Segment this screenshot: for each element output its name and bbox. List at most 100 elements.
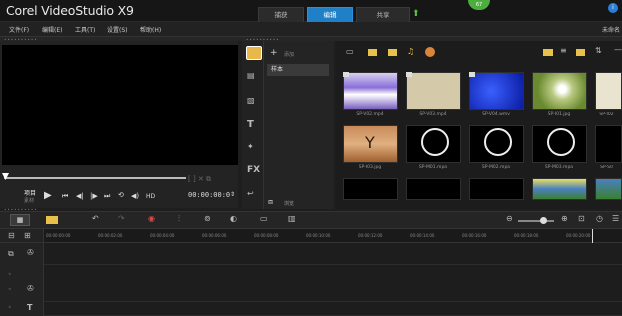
timecode-stepper[interactable]: ⇕ — [230, 191, 235, 198]
project-mode[interactable]: 项目 — [24, 188, 36, 197]
media-thumb-audio[interactable] — [406, 178, 461, 200]
media-thumb-audio[interactable] — [343, 178, 398, 200]
zoom-slider[interactable] — [518, 220, 554, 222]
filter-video-icon[interactable] — [368, 49, 377, 56]
record-capture-icon[interactable]: ◉ — [148, 215, 155, 223]
duration-clock-icon[interactable]: ◷ — [596, 215, 603, 223]
redo-icon[interactable]: ↷ — [118, 215, 125, 223]
graphic-icon[interactable]: ✦ — [247, 143, 254, 151]
play-icon[interactable]: ▶ — [44, 190, 52, 201]
path-icon[interactable]: ↩ — [247, 190, 254, 198]
more-icon[interactable]: — — [614, 46, 622, 54]
subtitle-editor-icon[interactable]: ◐ — [230, 215, 237, 223]
media-thumb-image[interactable] — [532, 178, 587, 200]
title-track-icon[interactable]: T — [27, 304, 32, 312]
track-toggle-icon[interactable]: ◦ — [8, 287, 12, 293]
filter-fx-icon[interactable]: FX — [247, 166, 260, 175]
media-thumb-sp-s0[interactable] — [595, 125, 622, 163]
add-folder-label[interactable]: 添加 — [284, 51, 294, 58]
zoom-out-icon[interactable]: ⊖ — [506, 215, 513, 223]
ruler-tick-label: 00:00:16:00 — [462, 233, 487, 238]
sort-icon[interactable]: ⇅ — [595, 47, 602, 55]
storyboard-view-icon[interactable]: ▦ — [10, 214, 30, 226]
media-thumb-sp-v03[interactable] — [406, 72, 461, 110]
track-toggle-icon[interactable]: ◦ — [8, 272, 12, 278]
title-track[interactable] — [0, 302, 622, 316]
media-icon[interactable] — [246, 46, 262, 60]
folder-samples[interactable]: 样本 — [267, 64, 329, 76]
browse-label[interactable]: 浏览 — [284, 200, 294, 207]
film-reel-icon[interactable]: ✇ — [27, 249, 34, 257]
ruler-tick-label: 00:00:00:00 — [46, 233, 71, 238]
tree-icon: Y — [365, 133, 375, 152]
go-start-icon[interactable]: ⏮ — [62, 192, 68, 201]
overlay-track-2[interactable] — [0, 280, 622, 302]
hd-toggle[interactable]: HD — [146, 193, 155, 200]
view-list-icon[interactable]: ≡ — [560, 47, 567, 55]
upload-arrow-icon[interactable]: ⬆ — [412, 9, 420, 19]
track-toggle-icon[interactable]: ⧉ — [8, 250, 14, 258]
overlay-track-2-header — [0, 280, 44, 302]
open-folder-icon[interactable]: ▭ — [346, 48, 354, 56]
ruler-tick-label: 00:00:20:00 — [566, 233, 591, 238]
media-thumb-sp-v04[interactable] — [469, 72, 524, 110]
media-thumb-sp-i01[interactable] — [532, 72, 587, 110]
media-thumb-sp-i02[interactable] — [595, 72, 622, 110]
video-badge-icon — [406, 72, 412, 77]
track-manager-icon[interactable]: ⊟ — [8, 232, 15, 240]
volume-icon[interactable]: ◀) — [131, 192, 139, 200]
menu-help[interactable]: 帮助(H) — [140, 25, 161, 34]
info-icon[interactable]: i — [608, 3, 618, 13]
zoom-in-icon[interactable]: ⊕ — [561, 215, 568, 223]
sound-mixer-icon[interactable]: ⫶ — [178, 215, 180, 223]
video-track[interactable] — [0, 243, 622, 265]
trim-markers-icon[interactable]: [ ] ✕ ⧉ — [188, 175, 211, 184]
next-frame-icon[interactable]: |▶ — [90, 192, 98, 200]
split-screen-icon[interactable]: ▥ — [288, 215, 296, 223]
thumb-label: SP-S0 — [600, 165, 613, 170]
project-name: 未命名 — [602, 27, 621, 34]
add-icon[interactable]: + — [270, 48, 278, 58]
tab-capture[interactable]: 捕获 — [258, 7, 304, 22]
chapter-point-icon[interactable]: ⊞ — [24, 232, 31, 240]
thumb-label: SP-I02 — [599, 112, 614, 117]
menu-settings[interactable]: 设置(S) — [107, 25, 128, 34]
repeat-icon[interactable]: ⟲ — [118, 191, 124, 199]
menu-tools[interactable]: 工具(T) — [75, 25, 95, 34]
filter-photo-icon[interactable] — [388, 49, 397, 56]
timeline-settings-icon[interactable]: ☰ — [612, 215, 619, 223]
prev-frame-icon[interactable]: ◀| — [76, 192, 84, 200]
ruler-tick-label: 00:00:14:00 — [410, 233, 435, 238]
transition-icon[interactable]: ▧ — [247, 97, 255, 105]
fit-project-icon[interactable]: ⊡ — [578, 215, 585, 223]
filter-audio-icon[interactable]: ♫ — [407, 47, 414, 56]
view-thumb-icon[interactable] — [576, 49, 585, 56]
tab-edit[interactable]: 编辑 — [307, 7, 353, 22]
ruler-tick-label: 00:00:18:00 — [514, 233, 539, 238]
online-media-icon[interactable] — [425, 47, 435, 57]
go-end-icon[interactable]: ⏭ — [104, 192, 110, 201]
tab-share[interactable]: 共享 — [356, 7, 410, 22]
multi-camera-icon[interactable]: ▭ — [260, 215, 268, 223]
view-large-icon[interactable] — [543, 49, 553, 56]
instant-project-icon[interactable]: ▤ — [247, 72, 255, 80]
menu-file[interactable]: 文件(F) — [9, 25, 29, 34]
motion-tracking-icon[interactable]: ⊚ — [204, 215, 211, 223]
timecode-display[interactable]: 00:00:00:0 — [188, 191, 230, 199]
app-logo: Corel VideoStudio X9 — [6, 3, 134, 18]
track-toggle-icon[interactable]: ◦ — [8, 305, 12, 311]
scrub-bar[interactable] — [4, 177, 186, 179]
clip-mode[interactable]: 素材 — [24, 197, 34, 204]
timeline-view-icon[interactable] — [46, 216, 58, 224]
undo-icon[interactable]: ↶ — [92, 215, 99, 223]
browse-icon[interactable]: ⧈ — [268, 198, 273, 206]
thumb-label: SP-M02.mpa — [481, 165, 511, 170]
film-reel-icon[interactable]: ✇ — [27, 285, 34, 293]
media-thumb-audio[interactable] — [469, 178, 524, 200]
timeline-playhead[interactable] — [592, 229, 593, 243]
menu-edit[interactable]: 编辑(E) — [42, 25, 62, 34]
media-thumb-sp-v02[interactable] — [343, 72, 398, 110]
title-icon[interactable]: T — [247, 120, 254, 130]
zoom-slider-handle[interactable] — [540, 217, 547, 224]
media-thumb-image[interactable] — [595, 178, 622, 200]
